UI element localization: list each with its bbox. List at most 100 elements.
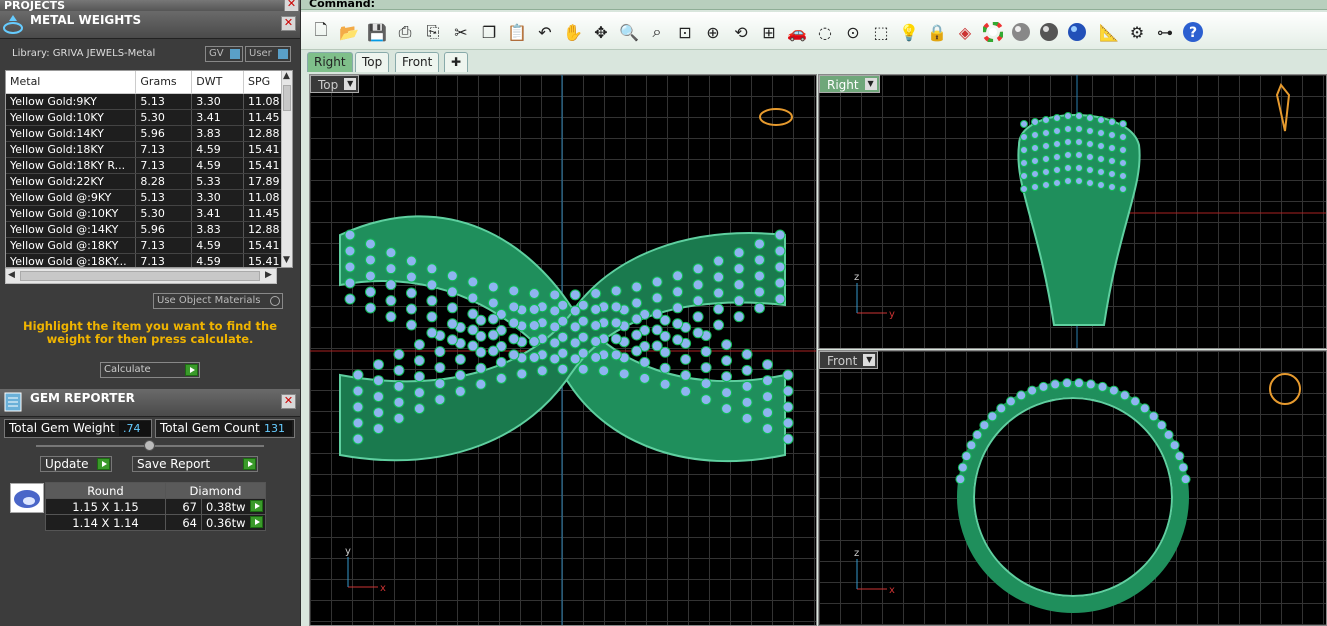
table-row[interactable]: Yellow Gold @:18KY 7.13 4.59 15.41 [6, 237, 284, 254]
scroll-left-icon[interactable]: ◀ [8, 270, 15, 280]
gem-row[interactable]: 1.14 X 1.14 64 0.36tw [45, 514, 266, 531]
save-report-button[interactable]: Save Report [132, 456, 258, 472]
main-toolbar: 🗋 📂 💾 ⎙ ⎘ ✂ ❐ 📋 ↶ ✋ ✥ 🔍 ⌕ ⊡ ⊕ ⟲ ⊞ 🚗 ◌ ⊙ … [301, 12, 1327, 50]
gv-toggle[interactable]: GV [205, 46, 243, 62]
zoom-extents-icon[interactable]: ⊡ [673, 20, 697, 44]
close-gem-reporter-button[interactable]: ✕ [281, 394, 296, 409]
command-line[interactable]: Command: [301, 0, 1327, 10]
tab-top[interactable]: Top [355, 52, 390, 72]
tab-front[interactable]: Front [395, 52, 440, 72]
dwt-value: 3.30 [191, 93, 245, 110]
table-row[interactable]: Yellow Gold:14KY 5.96 3.83 12.88 [6, 125, 284, 142]
column-header-spg[interactable]: SPG [243, 71, 284, 94]
scroll-right-icon[interactable]: ▶ [265, 270, 272, 280]
close-metal-weights-button[interactable]: ✕ [281, 16, 296, 31]
update-button[interactable]: Update [40, 456, 112, 472]
right-viewport[interactable]: yz Right ▼ [818, 74, 1327, 349]
metal-name: Yellow Gold @:10KY [6, 205, 137, 222]
tab-right[interactable]: Right [307, 52, 353, 72]
color-wheel-icon[interactable] [981, 20, 1005, 44]
add-tab-button[interactable]: ✚ [444, 52, 469, 72]
table-row[interactable]: Yellow Gold @:10KY 5.30 3.41 11.45 [6, 205, 284, 222]
zoom-icon[interactable]: 🔍 [617, 20, 641, 44]
new-file-icon[interactable]: 🗋 [309, 20, 333, 44]
table-row[interactable]: Yellow Gold:18KY R... 7.13 4.59 15.41 [6, 157, 284, 174]
front-viewport[interactable]: xz Front ▼ [818, 350, 1327, 626]
gem-row[interactable]: 1.15 X 1.15 67 0.38tw [45, 498, 266, 515]
scroll-down-icon[interactable]: ▼ [283, 255, 290, 265]
scroll-up-icon[interactable]: ▲ [283, 71, 290, 81]
gem-stone [344, 293, 356, 305]
hide-icon[interactable]: ◌ [813, 20, 837, 44]
dropdown-icon[interactable]: ▼ [863, 354, 876, 366]
gem-stone [721, 403, 733, 415]
table-row[interactable]: Yellow Gold:9KY 5.13 3.30 11.08 [6, 93, 284, 110]
column-header-dwt[interactable]: DWT [191, 71, 245, 94]
export-icon[interactable]: ⎘ [421, 20, 445, 44]
slider-handle[interactable] [144, 440, 155, 451]
gem-stone [467, 308, 479, 320]
save-icon[interactable]: 💾 [365, 20, 389, 44]
dropdown-icon[interactable]: ▼ [864, 78, 877, 90]
column-header-metal[interactable]: Metal [6, 71, 137, 94]
gem-stone [364, 302, 376, 314]
select-gem-row-button[interactable] [250, 500, 263, 512]
use-object-materials-option[interactable]: Use Object Materials [153, 293, 283, 309]
print-icon[interactable]: ⎙ [393, 20, 417, 44]
right-viewport-label[interactable]: Right ▼ [819, 75, 880, 93]
scroll-thumb[interactable] [20, 271, 260, 281]
paste-icon[interactable]: 📋 [505, 20, 529, 44]
horizontal-scrollbar[interactable]: ◀ ▶ [5, 268, 277, 284]
material-sphere-icon[interactable] [1065, 20, 1089, 44]
calculate-button[interactable]: Calculate [100, 362, 200, 378]
open-folder-icon[interactable]: 📂 [337, 20, 361, 44]
light-bulb-icon[interactable]: 💡 [897, 20, 921, 44]
table-row[interactable]: Yellow Gold:18KY 7.13 4.59 15.41 [6, 141, 284, 158]
measure-icon[interactable]: 📐 [1097, 20, 1121, 44]
select-gem-row-button[interactable] [250, 516, 263, 528]
column-header-grams[interactable]: Grams [135, 71, 193, 94]
layers-icon[interactable]: ◈ [953, 20, 977, 44]
dwt-value: 5.33 [191, 173, 245, 190]
undo-icon[interactable]: ↶ [533, 20, 557, 44]
cut-icon[interactable]: ✂ [449, 20, 473, 44]
vertical-scrollbar[interactable]: ▲ ▼ [281, 71, 292, 267]
radio-button[interactable] [270, 296, 280, 306]
top-viewport[interactable]: xy Top ▼ [309, 74, 817, 626]
metal-name: Yellow Gold @:14KY [6, 221, 137, 238]
gem-stone [692, 263, 704, 275]
copy-icon[interactable]: ❐ [477, 20, 501, 44]
select-objects-icon[interactable]: ⬚ [869, 20, 893, 44]
user-toggle[interactable]: User [245, 46, 291, 62]
tree-structure-icon[interactable]: ⊶ [1153, 20, 1177, 44]
top-viewport-label[interactable]: Top ▼ [310, 75, 360, 93]
table-row[interactable]: Yellow Gold:22KY 8.28 5.33 17.89 [6, 173, 284, 190]
gem-stone [672, 318, 684, 330]
zoom-window-icon[interactable]: ⌕ [645, 20, 669, 44]
help-icon[interactable]: ? [1181, 20, 1205, 44]
projects-title[interactable]: PROJECTS [0, 0, 300, 11]
gem-stone [1031, 170, 1039, 178]
rendered-sphere-icon[interactable] [1037, 20, 1061, 44]
pan-hand-icon[interactable]: ✋ [561, 20, 585, 44]
settings-gear-icon[interactable]: ⚙ [1125, 20, 1149, 44]
car-icon[interactable]: 🚗 [785, 20, 809, 44]
rotate-view-icon[interactable]: ⟲ [729, 20, 753, 44]
lock-icon[interactable]: 🔒 [925, 20, 949, 44]
scroll-thumb[interactable] [283, 85, 291, 111]
dropdown-icon[interactable]: ▼ [344, 78, 357, 90]
gem-stone [741, 396, 753, 408]
table-row[interactable]: Yellow Gold:10KY 5.30 3.41 11.45 [6, 109, 284, 126]
dwt-value: 3.41 [191, 109, 245, 126]
table-row[interactable]: Yellow Gold @:9KY 5.13 3.30 11.08 [6, 189, 284, 206]
table-row[interactable]: Yellow Gold @:14KY 5.96 3.83 12.88 [6, 221, 284, 238]
zoom-selected-icon[interactable]: ⊕ [701, 20, 725, 44]
gem-stone [741, 380, 753, 392]
move-icon[interactable]: ✥ [589, 20, 613, 44]
table-row[interactable]: Yellow Gold @:18KY... 7.13 4.59 15.41 [6, 253, 284, 267]
front-viewport-label[interactable]: Front ▼ [819, 351, 879, 369]
snap-icon[interactable]: ⊙ [841, 20, 865, 44]
shaded-sphere-icon[interactable] [1009, 20, 1033, 44]
four-viewports-icon[interactable]: ⊞ [757, 20, 781, 44]
save-report-label: Save Report [137, 457, 211, 471]
